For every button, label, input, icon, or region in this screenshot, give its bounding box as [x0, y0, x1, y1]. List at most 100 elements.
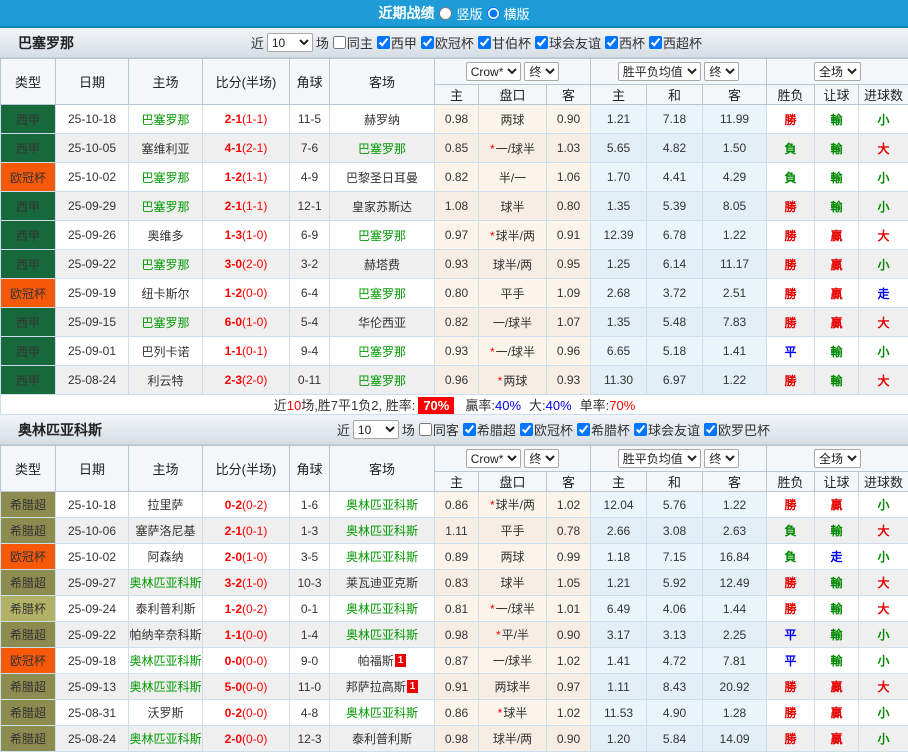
odds-stage-select[interactable]: 终 — [704, 62, 739, 81]
ah-away-odds: 1.09 — [547, 279, 591, 308]
league-filter[interactable]: 球会友谊 — [630, 420, 700, 439]
avg-away-odds: 4.29 — [703, 163, 767, 192]
league-badge: 希腊超 — [1, 622, 56, 648]
col-score: 比分(半场) — [203, 446, 290, 492]
match-row: 希腊超25-09-13奥林匹亚科斯5-0(0-0)11-0邦萨拉高斯10.91两… — [1, 674, 908, 700]
avg-home-odds: 1.41 — [591, 648, 647, 674]
avg-home-odds: 2.68 — [591, 279, 647, 308]
scope-select[interactable]: 全场 — [814, 62, 861, 81]
match-row: 西甲25-09-01巴列卡诺1-1(0-1)9-4巴塞罗那0.93*一/球半0.… — [1, 337, 908, 366]
ah-away-odds: 0.96 — [547, 337, 591, 366]
match-date: 25-10-02 — [56, 544, 129, 570]
league-filter-checkbox[interactable] — [577, 423, 590, 436]
corners-cell: 6-9 — [290, 221, 330, 250]
result-goals: 小 — [859, 163, 908, 192]
home-team: 巴塞罗那 — [129, 192, 203, 221]
layout-radio-horizontal[interactable] — [487, 7, 500, 20]
corners-cell: 1-4 — [290, 622, 330, 648]
handicap-cell: 球半/两 — [479, 726, 547, 752]
league-badge: 欧冠杯 — [1, 544, 56, 570]
avg-away-odds: 1.22 — [703, 366, 767, 395]
league-filter-checkbox[interactable] — [535, 36, 548, 49]
league-filter-checkbox[interactable] — [634, 423, 647, 436]
same-venue-checkbox[interactable] — [419, 423, 432, 436]
avg-draw-odds: 6.78 — [647, 221, 703, 250]
match-count-select[interactable]: 10 — [353, 420, 399, 439]
col-avg-away: 客 — [703, 472, 767, 492]
league-filter[interactable]: 欧冠杯 — [417, 33, 474, 52]
home-team: 泰利普利斯 — [129, 596, 203, 622]
handicap-cell: 球半 — [479, 192, 547, 221]
match-date: 25-10-18 — [56, 105, 129, 134]
league-filter-checkbox[interactable] — [520, 423, 533, 436]
col-res-ah: 让球 — [815, 472, 859, 492]
avg-away-odds: 1.28 — [703, 700, 767, 726]
scope-select[interactable]: 全场 — [814, 449, 861, 468]
handicap-stage-select[interactable]: 终 — [524, 62, 559, 81]
avg-home-odds: 1.21 — [591, 570, 647, 596]
same-venue-filter[interactable]: 同客 — [415, 420, 459, 439]
same-venue-checkbox[interactable] — [333, 36, 346, 49]
layout-radio-vertical[interactable] — [439, 7, 452, 20]
match-date: 25-09-22 — [56, 250, 129, 279]
result-goals: 小 — [859, 648, 908, 674]
avg-home-odds: 1.18 — [591, 544, 647, 570]
corners-cell: 9-4 — [290, 337, 330, 366]
league-badge: 希腊超 — [1, 674, 56, 700]
score-cell: 2-3(2-0) — [203, 366, 290, 395]
league-filter[interactable]: 西杯 — [601, 33, 645, 52]
away-team: 皇家苏斯达 — [330, 192, 435, 221]
bookmaker-select[interactable]: Crow* — [466, 62, 521, 81]
odds-type-select[interactable]: 胜平负均值 — [618, 449, 701, 468]
handicap-star: * — [490, 345, 495, 359]
layout-option-horizontal[interactable]: 横版 — [487, 4, 530, 23]
league-badge: 希腊超 — [1, 518, 56, 544]
home-team: 奥林匹亚科斯 — [129, 726, 203, 752]
score-cell: 2-1(0-1) — [203, 518, 290, 544]
league-filter-checkbox[interactable] — [649, 36, 662, 49]
league-filter[interactable]: 欧冠杯 — [516, 420, 573, 439]
bookmaker-select[interactable]: Crow* — [466, 449, 521, 468]
league-filter[interactable]: 西超杯 — [645, 33, 702, 52]
result-handicap: 贏 — [815, 492, 859, 518]
league-filter-checkbox[interactable] — [478, 36, 491, 49]
summary-prefix: 近 — [274, 398, 287, 413]
avg-draw-odds: 3.72 — [647, 279, 703, 308]
league-filter[interactable]: 甘伯杯 — [474, 33, 531, 52]
away-team: 帕福斯1 — [330, 648, 435, 674]
league-badge: 欧冠杯 — [1, 279, 56, 308]
avg-home-odds: 6.49 — [591, 596, 647, 622]
league-filter[interactable]: 欧罗巴杯 — [700, 420, 770, 439]
league-filter-checkbox[interactable] — [421, 36, 434, 49]
league-filter[interactable]: 希腊杯 — [573, 420, 630, 439]
summary-row: 近10场,胜7平1负2, 胜率:70%贏率:40%大:40%单率:70% — [1, 395, 908, 415]
handicap-stage-select[interactable]: 终 — [524, 449, 559, 468]
ah-away-odds: 1.07 — [547, 308, 591, 337]
result-handicap: 輸 — [815, 105, 859, 134]
league-filter-checkbox[interactable] — [605, 36, 618, 49]
score-cell: 0-0(0-0) — [203, 648, 290, 674]
result-goals: 小 — [859, 337, 908, 366]
league-filter-checkbox[interactable] — [704, 423, 717, 436]
match-row: 西甲25-09-22巴塞罗那3-0(2-0)3-2赫塔费0.93球半/两0.95… — [1, 250, 908, 279]
layout-option-vertical[interactable]: 竖版 — [438, 4, 482, 23]
league-badge: 希腊杯 — [1, 596, 56, 622]
result-handicap: 走 — [815, 544, 859, 570]
league-filter-checkbox[interactable] — [463, 423, 476, 436]
result-wdl: 勝 — [767, 308, 815, 337]
match-count-select[interactable]: 10 — [267, 33, 313, 52]
match-date: 25-09-27 — [56, 570, 129, 596]
league-filter[interactable]: 西甲 — [373, 33, 417, 52]
same-venue-filter[interactable]: 同主 — [329, 33, 373, 52]
result-goals: 大 — [859, 518, 908, 544]
avg-draw-odds: 5.18 — [647, 337, 703, 366]
odds-type-select[interactable]: 胜平负均值 — [618, 62, 701, 81]
match-date: 25-08-24 — [56, 366, 129, 395]
ah-away-odds: 1.01 — [547, 596, 591, 622]
league-filter[interactable]: 球会友谊 — [531, 33, 601, 52]
league-filter[interactable]: 希腊超 — [459, 420, 516, 439]
corners-cell: 4-8 — [290, 700, 330, 726]
result-goals: 走 — [859, 279, 908, 308]
odds-stage-select[interactable]: 终 — [704, 449, 739, 468]
league-filter-checkbox[interactable] — [377, 36, 390, 49]
